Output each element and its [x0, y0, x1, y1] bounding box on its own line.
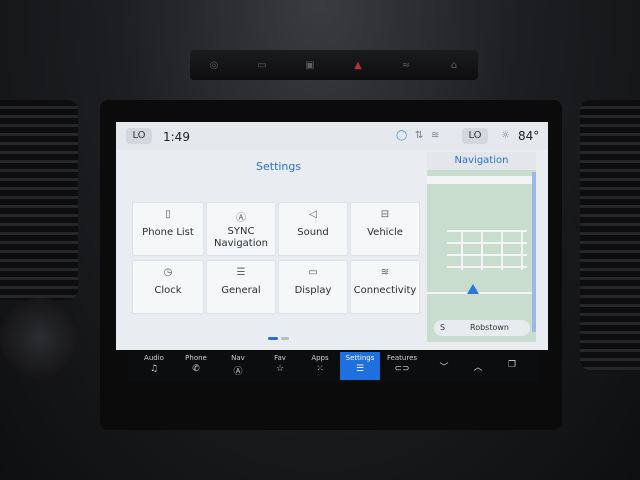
tile-sound[interactable]: ◁ Sound: [278, 202, 348, 256]
map-street: [447, 242, 527, 244]
dock-audio[interactable]: Audio ♫: [134, 352, 174, 380]
wifi-status-icon: ≋: [431, 130, 440, 141]
phone-icon: ✆: [192, 364, 200, 374]
driver-temp-pill[interactable]: LO: [126, 128, 152, 144]
settings-sliders-icon: ☰: [355, 364, 365, 374]
traction-icon[interactable]: ≈: [397, 60, 415, 71]
data-transfer-icon: ⇅: [415, 130, 424, 141]
tile-display[interactable]: ▭ Display: [278, 260, 348, 314]
star-icon: ☆: [275, 364, 285, 374]
tile-sync-navigation[interactable]: Ⓐ SYNC Navigation: [206, 202, 276, 256]
vehicle-position-arrow-icon: [467, 284, 479, 294]
lock-icon[interactable]: ▭: [253, 60, 271, 71]
speaker-icon: ◁: [309, 209, 317, 220]
multitask-icon: ❐: [507, 360, 517, 370]
page-indicator: [281, 337, 289, 340]
top-control-strip: ◎ ▭ ▣ ▲ ≈ ⌂: [190, 50, 478, 80]
map-street: [447, 230, 527, 232]
status-bar: LO 1:49 ◯ ⇅ ≋ LO ☼ 84°: [116, 122, 548, 150]
navigation-title: Navigation: [427, 152, 536, 170]
car-icon: ⊂⊃: [394, 364, 410, 374]
alexa-icon[interactable]: ◯: [396, 130, 407, 141]
map-street: [447, 266, 527, 268]
clock-time: 1:49: [163, 130, 190, 144]
right-air-vent: [580, 100, 640, 370]
tile-clock[interactable]: ◷ Clock: [132, 260, 204, 314]
outside-temperature: 84°: [518, 129, 540, 143]
dock-settings[interactable]: Settings ☰: [340, 352, 380, 380]
clock-icon: ◷: [163, 267, 173, 278]
current-street-pill: S Robstown: [434, 320, 530, 336]
nav-compass-icon: Ⓐ: [233, 367, 243, 377]
vehicle-icon: ⊟: [380, 209, 390, 220]
map-street: [501, 230, 503, 270]
bottom-dock: Audio ♫ Phone ✆ Nav Ⓐ Fav ☆ Apps ⁙ Setti…: [128, 352, 538, 382]
sync-screen: LO 1:49 ◯ ⇅ ≋ LO ☼ 84° Settings ▯ Phone …: [116, 122, 548, 350]
navigation-map[interactable]: Navigation S Robstown: [427, 152, 536, 342]
compass-heading: S: [440, 323, 446, 332]
music-note-icon: ♫: [149, 364, 159, 374]
sliders-icon: ☰: [236, 267, 246, 278]
current-street: Robstown: [470, 323, 509, 332]
map-scrollbar[interactable]: [532, 172, 536, 332]
sync-navigation-icon: Ⓐ: [236, 213, 246, 224]
passenger-temp-pill[interactable]: LO: [462, 128, 488, 144]
map-street: [427, 292, 536, 294]
map-road: [427, 176, 536, 184]
map-street: [521, 230, 523, 270]
dock-apps[interactable]: Apps ⁙: [300, 352, 340, 380]
settings-title: Settings: [256, 160, 302, 173]
page-indicator-active: [268, 337, 278, 340]
map-street: [481, 230, 483, 270]
tile-general[interactable]: ☰ General: [206, 260, 276, 314]
outside-temp-icon: ☼: [501, 130, 510, 141]
tile-connectivity[interactable]: ≋ Connectivity: [350, 260, 420, 314]
dock-fav[interactable]: Fav ☆: [260, 352, 300, 380]
left-air-vent: [0, 100, 78, 300]
defrost-icon[interactable]: ▣: [301, 60, 319, 71]
rear-defrost-icon[interactable]: ⌂: [445, 60, 463, 71]
map-street: [461, 230, 463, 270]
dock-phone[interactable]: Phone ✆: [176, 352, 216, 380]
map-street: [447, 254, 527, 256]
hazard-icon[interactable]: ▲: [349, 60, 367, 71]
dock-features[interactable]: Features ⊂⊃: [382, 352, 422, 380]
seat-heat-icon[interactable]: ◎: [205, 60, 223, 71]
wifi-icon: ≋: [380, 267, 390, 278]
tile-vehicle[interactable]: ⊟ Vehicle: [350, 202, 420, 256]
display-icon: ▭: [308, 267, 318, 278]
volume-knob[interactable]: [0, 298, 80, 378]
phone-list-icon: ▯: [165, 209, 171, 220]
apps-grid-icon: ⁙: [316, 364, 324, 374]
tile-phone-list[interactable]: ▯ Phone List: [132, 202, 204, 256]
dock-nav[interactable]: Nav Ⓐ: [218, 352, 258, 380]
dock-multitask[interactable]: ❐: [492, 352, 532, 380]
